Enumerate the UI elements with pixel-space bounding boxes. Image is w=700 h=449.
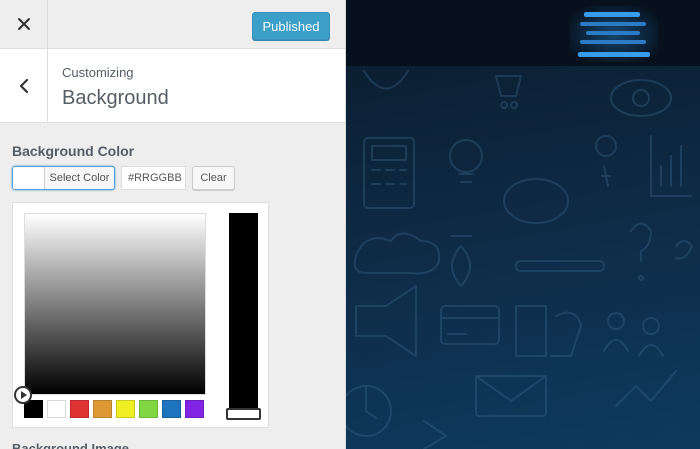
select-color-label: Select Color xyxy=(49,172,110,184)
value-slider[interactable] xyxy=(229,213,258,419)
palette-swatch[interactable] xyxy=(185,400,204,418)
chevron-left-icon xyxy=(19,78,28,93)
palette-swatch[interactable] xyxy=(162,400,181,418)
preview-doodle-pattern xyxy=(346,70,693,449)
next-control-title: Background Image xyxy=(12,441,130,449)
section-header: Customizing Background xyxy=(0,49,345,123)
palette-swatch[interactable] xyxy=(47,400,66,418)
preview-logo xyxy=(570,6,658,62)
control-title: Background Color xyxy=(12,143,135,159)
color-picker xyxy=(12,202,269,428)
site-preview[interactable] xyxy=(346,0,700,449)
close-button[interactable] xyxy=(0,0,48,48)
value-slider-handle[interactable] xyxy=(226,408,261,420)
palette-swatch[interactable] xyxy=(139,400,158,418)
picker-handle-icon[interactable] xyxy=(14,386,32,404)
back-button[interactable] xyxy=(0,49,48,122)
palette-swatch[interactable] xyxy=(70,400,89,418)
section-title: Background xyxy=(62,87,169,109)
breadcrumb: Customizing xyxy=(62,65,134,80)
publish-button[interactable]: Published xyxy=(252,12,330,40)
close-icon xyxy=(17,18,30,30)
color-palette xyxy=(24,400,204,418)
customizer-header: Published xyxy=(0,0,345,49)
palette-swatch[interactable] xyxy=(93,400,112,418)
hex-color-input[interactable] xyxy=(121,166,186,190)
customizer-panel: Published Customizing Background Backgro… xyxy=(0,0,346,449)
current-color-swatch xyxy=(13,167,45,189)
palette-swatch[interactable] xyxy=(116,400,135,418)
saturation-field[interactable] xyxy=(24,213,206,395)
select-color-button[interactable]: Select Color xyxy=(12,166,115,190)
clear-button[interactable]: Clear xyxy=(192,166,235,190)
